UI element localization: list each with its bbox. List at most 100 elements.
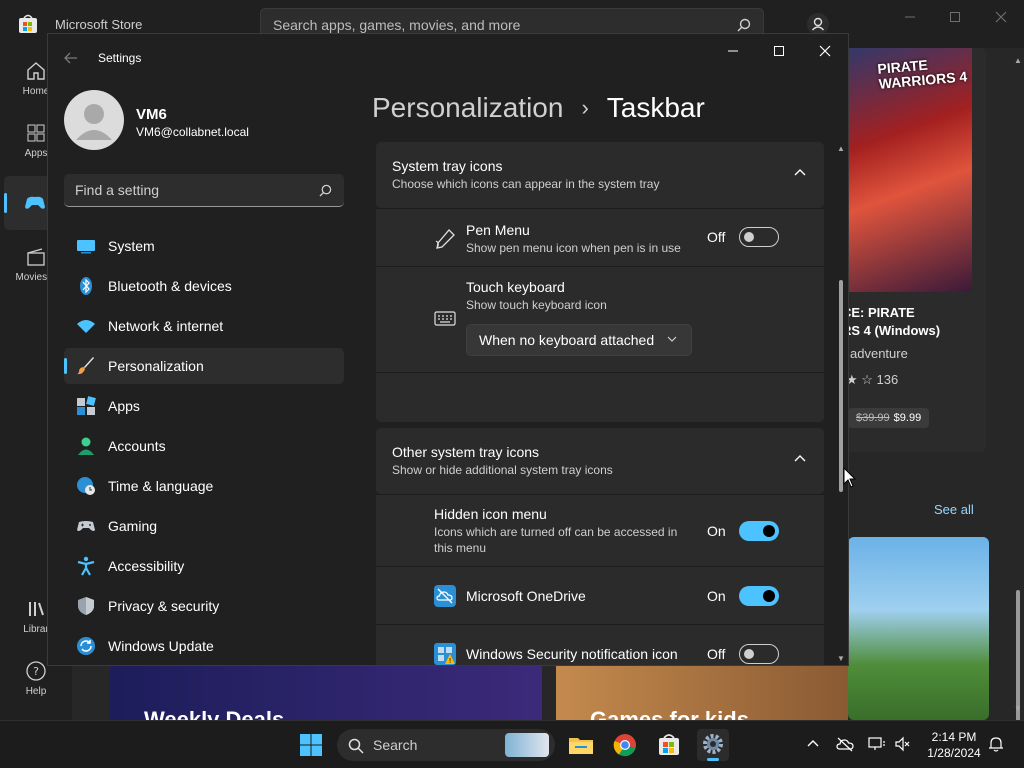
hidden-icon-menu-title: Hidden icon menu [434, 506, 547, 522]
store-scrollbar[interactable]: ▲ ▼ [1012, 48, 1024, 736]
nav-item-network[interactable]: Network & internet [64, 308, 344, 344]
rail-library-label: Librar [23, 624, 49, 635]
system-tray-icons-section: System tray icons Choose which icons can… [376, 142, 824, 422]
touch-keyboard-dropdown[interactable]: When no keyboard attached [466, 324, 692, 356]
pen-menu-state: Off [707, 229, 726, 245]
accessibility-icon [76, 556, 96, 576]
pen-menu-toggle[interactable] [739, 227, 779, 247]
nav-item-privacy[interactable]: Privacy & security [64, 588, 344, 624]
nav-item-time-language[interactable]: Time & language [64, 468, 344, 504]
start-button[interactable] [299, 733, 323, 757]
store-minimize-button[interactable] [898, 8, 922, 26]
onedrive-tray-icon[interactable] [836, 736, 854, 752]
taskbar-clock[interactable]: 2:14 PM 1/28/2024 [922, 729, 986, 761]
back-arrow-icon[interactable] [64, 52, 78, 64]
see-all-link[interactable]: See all [934, 502, 974, 517]
store-logo-icon [18, 14, 38, 34]
taskbar-settings-content: System tray icons Choose which icons can… [376, 142, 824, 665]
games-for-kids-banner[interactable]: Games for kids [556, 665, 848, 732]
store-maximize-button[interactable] [943, 8, 967, 26]
bluetooth-icon [76, 276, 96, 296]
windows-security-icon: ! [434, 643, 456, 665]
update-icon [76, 636, 96, 656]
store-search-placeholder: Search apps, games, movies, and more [273, 17, 521, 33]
brush-icon [76, 356, 96, 376]
system-tray-icons-header[interactable]: System tray icons Choose which icons can… [376, 142, 824, 208]
chevron-down-icon [667, 336, 677, 342]
onedrive-row: Microsoft OneDrive On [376, 566, 824, 624]
onedrive-state: On [707, 588, 726, 604]
nav-item-apps[interactable]: Apps [64, 388, 344, 424]
home-icon [25, 60, 47, 82]
file-explorer-icon[interactable] [565, 729, 597, 761]
taskbar-search[interactable]: Search [337, 729, 555, 761]
svg-text:!: ! [449, 657, 452, 665]
search-icon [348, 738, 364, 754]
accounts-icon [76, 436, 96, 456]
svg-text:?: ? [33, 665, 39, 678]
store-app-title: Microsoft Store [55, 17, 143, 32]
system-icon [76, 236, 96, 256]
nav-item-windows-update[interactable]: Windows Update [64, 628, 344, 664]
weekly-deals-banner[interactable]: Weekly Deals [110, 665, 542, 732]
pen-menu-title: Pen Menu [466, 222, 530, 238]
hidden-icon-menu-subtitle: Icons which are turned off can be access… [434, 525, 678, 555]
onedrive-toggle[interactable] [739, 586, 779, 606]
search-icon[interactable] [319, 184, 332, 197]
nav-item-accessibility[interactable]: Accessibility [64, 548, 344, 584]
system-tray-title: System tray icons [392, 158, 503, 174]
clock-time: 2:14 PM [931, 730, 977, 744]
nav-item-gaming[interactable]: Gaming [64, 508, 344, 544]
settings-minimize-button[interactable] [718, 42, 748, 60]
nav-item-accounts[interactable]: Accounts [64, 428, 344, 464]
gamepad-icon [23, 191, 47, 215]
windows-security-state: Off [707, 646, 726, 662]
hidden-icon-menu-toggle[interactable] [739, 521, 779, 541]
nav-item-personalization[interactable]: Personalization [64, 348, 344, 384]
apps-icon [76, 396, 96, 416]
touch-keyboard-dropdown-value: When no keyboard attached [479, 332, 655, 348]
mouse-cursor-icon [843, 467, 857, 489]
touch-keyboard-row: Touch keyboard Show touch keyboard icon … [376, 266, 824, 372]
store-close-button[interactable] [989, 8, 1013, 26]
onedrive-icon [434, 585, 456, 607]
rail-home-label: Home [22, 86, 50, 97]
settings-gear-icon[interactable] [697, 729, 729, 761]
chevron-up-icon[interactable] [794, 168, 806, 176]
wifi-icon [76, 316, 96, 336]
breadcrumb-separator-icon: › [581, 95, 589, 120]
globe-clock-icon [76, 476, 96, 496]
network-icon[interactable] [868, 736, 886, 752]
game-price-badge[interactable]: $39.99 $9.99 [848, 408, 930, 428]
taskbar-search-label: Search [373, 737, 418, 753]
search-icon[interactable] [737, 18, 751, 32]
settings-close-button[interactable] [810, 42, 840, 60]
notification-bell-icon[interactable] [988, 736, 1004, 752]
find-setting-input[interactable]: Find a setting [64, 174, 344, 207]
chevron-up-icon[interactable] [794, 454, 806, 462]
microsoft-store-icon[interactable] [653, 729, 685, 761]
avatar[interactable] [64, 90, 124, 150]
kids-game-image[interactable] [848, 537, 989, 720]
chrome-icon[interactable] [609, 729, 641, 761]
library-icon [25, 598, 47, 620]
rail-help-label: Help [25, 686, 47, 697]
store-scrollbar-thumb[interactable] [1016, 590, 1020, 736]
nav-item-system[interactable]: System [64, 228, 344, 264]
volume-muted-icon[interactable] [894, 736, 912, 752]
settings-scrollbar-thumb[interactable] [839, 280, 843, 492]
settings-title-bar: Settings [48, 34, 848, 82]
settings-window: Settings VM6 VM6@collabnet.local Find a … [47, 33, 849, 666]
find-setting-placeholder: Find a setting [75, 182, 160, 198]
settings-maximize-button[interactable] [764, 42, 794, 60]
other-tray-icons-header[interactable]: Other system tray icons Show or hide add… [376, 428, 824, 494]
windows-security-toggle[interactable] [739, 644, 779, 664]
help-icon: ? [25, 660, 47, 682]
settings-scrollbar[interactable]: ▲ ▼ [836, 142, 846, 665]
chevron-up-icon[interactable] [806, 736, 820, 750]
nav-item-bluetooth[interactable]: Bluetooth & devices [64, 268, 344, 304]
other-tray-title: Other system tray icons [392, 444, 540, 460]
breadcrumb-parent[interactable]: Personalization [372, 92, 563, 124]
windows-security-row: ! Windows Security notification icon Off [376, 624, 824, 665]
hidden-icon-menu-row: Hidden icon menu Icons which are turned … [376, 494, 824, 566]
